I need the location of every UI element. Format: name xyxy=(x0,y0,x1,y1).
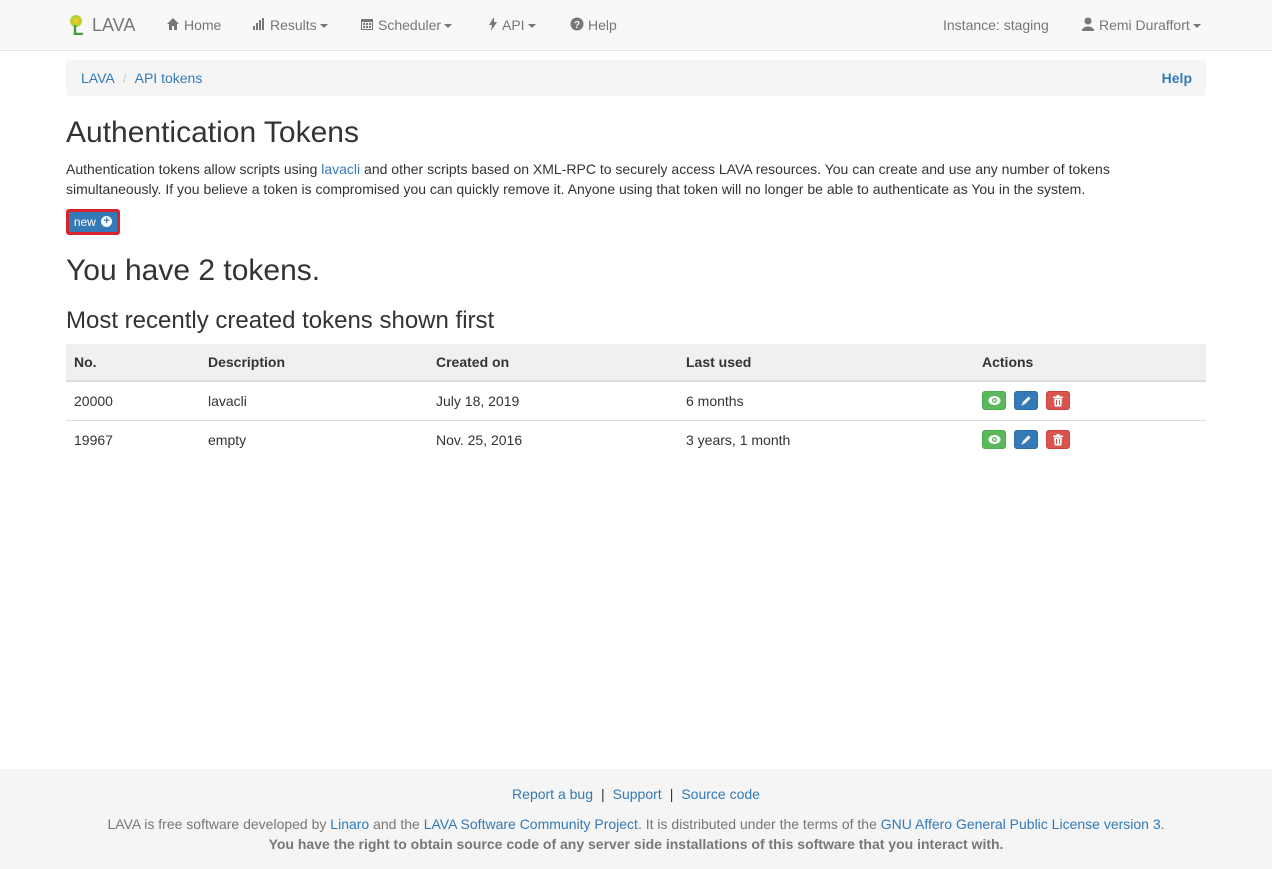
linaro-link[interactable]: Linaro xyxy=(330,816,369,832)
breadcrumb-separator: / xyxy=(122,70,127,86)
token-description: empty xyxy=(200,419,428,459)
column-header-created: Created on xyxy=(428,344,678,382)
breadcrumb-help-link[interactable]: Help xyxy=(1162,60,1192,96)
source-rights-notice: You have the right to obtain source code… xyxy=(268,836,1004,852)
brand-label: LAVA xyxy=(92,15,136,35)
token-last-used: 3 years, 1 month xyxy=(678,419,974,459)
column-header-last-used: Last used xyxy=(678,344,974,382)
question-circle-icon: ? xyxy=(570,17,584,31)
plus-circle-icon: + xyxy=(101,216,113,228)
breadcrumb: LAVA / API tokens Help xyxy=(66,60,1206,96)
nav-help[interactable]: ? Help xyxy=(570,0,617,50)
brand-link[interactable]: LAVA xyxy=(66,0,135,50)
token-number: 19967 xyxy=(66,419,200,459)
eye-icon xyxy=(988,396,1001,406)
edit-token-button[interactable] xyxy=(1013,391,1038,411)
view-token-button[interactable] xyxy=(982,391,1006,411)
delete-token-button[interactable] xyxy=(1045,391,1070,411)
eye-icon xyxy=(988,435,1001,445)
token-number: 20000 xyxy=(66,380,200,420)
caret-down-icon xyxy=(319,24,328,29)
token-actions xyxy=(974,380,1206,420)
breadcrumb-current-link[interactable]: API tokens xyxy=(135,70,203,86)
license-text-part: and the xyxy=(369,816,424,832)
support-link[interactable]: Support xyxy=(613,786,662,802)
nav-results-label: Results xyxy=(270,17,317,33)
page-footer: Report a bug | Support | Source code LAVA is… xyxy=(0,769,1272,869)
token-count-heading: You have 2 tokens. xyxy=(66,254,321,287)
trash-icon xyxy=(1052,434,1063,446)
lava-logo-icon xyxy=(70,15,83,36)
new-token-button[interactable]: new + xyxy=(66,209,120,235)
bolt-icon xyxy=(489,17,497,32)
gpl-license-link[interactable]: GNU Affero General Public License versio… xyxy=(881,816,1161,832)
caret-down-icon xyxy=(444,24,453,29)
token-actions xyxy=(974,419,1206,459)
report-bug-link[interactable]: Report a bug xyxy=(512,786,593,802)
token-created-date: July 18, 2019 xyxy=(428,380,678,420)
trash-icon xyxy=(1052,395,1063,407)
edit-token-button[interactable] xyxy=(1013,430,1038,450)
nav-instance[interactable]: Instance: staging xyxy=(943,0,1049,50)
footer-separator: | xyxy=(669,786,674,802)
table-header-row: No. Description Created on Last used Act… xyxy=(66,344,1206,382)
column-header-actions: Actions xyxy=(974,344,1206,382)
nav-api-label: API xyxy=(502,17,525,33)
nav-user-menu[interactable]: Remi Duraffort xyxy=(1081,0,1201,50)
column-header-no: No. xyxy=(66,344,200,382)
table-row: 20000 lavacli July 18, 2019 6 months xyxy=(66,380,1206,420)
nav-results[interactable]: Results xyxy=(252,0,328,50)
table-row: 19967 empty Nov. 25, 2016 3 years, 1 mon… xyxy=(66,419,1206,459)
token-created-date: Nov. 25, 2016 xyxy=(428,419,678,459)
breadcrumb-root-link[interactable]: LAVA xyxy=(81,70,115,86)
nav-home[interactable]: Home xyxy=(166,0,221,50)
page-title: Authentication Tokens xyxy=(66,116,359,149)
lavacli-link[interactable]: lavacli xyxy=(321,161,360,177)
calendar-icon xyxy=(361,19,373,31)
nav-scheduler[interactable]: Scheduler xyxy=(360,0,453,50)
token-table-heading: Most recently created tokens shown first xyxy=(66,307,495,334)
license-text: LAVA is free software developed by Linar… xyxy=(0,814,1272,834)
instance-label: Instance: staging xyxy=(943,17,1049,33)
svg-text:?: ? xyxy=(574,20,580,31)
tokens-table: No. Description Created on Last used Act… xyxy=(66,344,1206,459)
bar-chart-icon xyxy=(253,18,264,31)
token-last-used: 6 months xyxy=(678,380,974,420)
new-token-label: new xyxy=(73,215,96,229)
footer-links: Report a bug | Support | Source code xyxy=(0,784,1272,804)
pencil-icon xyxy=(1021,396,1031,406)
source-code-link[interactable]: Source code xyxy=(681,786,760,802)
intro-paragraph: Authentication tokens allow scripts usin… xyxy=(66,159,1206,199)
community-project-link[interactable]: LAVA Software Community Project xyxy=(424,816,638,832)
delete-token-button[interactable] xyxy=(1045,430,1070,450)
view-token-button[interactable] xyxy=(982,430,1006,450)
license-text-part: . xyxy=(1160,816,1165,832)
pencil-icon xyxy=(1021,435,1031,445)
caret-down-icon xyxy=(1192,24,1201,29)
nav-scheduler-label: Scheduler xyxy=(378,17,442,33)
nav-home-label: Home xyxy=(184,17,222,33)
user-name: Remi Duraffort xyxy=(1099,17,1190,33)
token-description: lavacli xyxy=(200,380,428,420)
footer-separator: | xyxy=(601,786,605,802)
license-text-part: LAVA is free software developed by xyxy=(107,816,331,832)
nav-help-label: Help xyxy=(588,17,617,33)
home-icon xyxy=(167,18,179,31)
top-navbar: LAVA Home Results Scheduler API ? Help I… xyxy=(0,0,1272,51)
caret-down-icon xyxy=(527,24,536,29)
column-header-description: Description xyxy=(200,344,428,382)
nav-api[interactable]: API xyxy=(488,0,536,50)
user-icon xyxy=(1082,17,1094,32)
license-text-part: . It is distributed under the terms of t… xyxy=(637,816,881,832)
intro-text-start: Authentication tokens allow scripts usin… xyxy=(66,161,322,177)
